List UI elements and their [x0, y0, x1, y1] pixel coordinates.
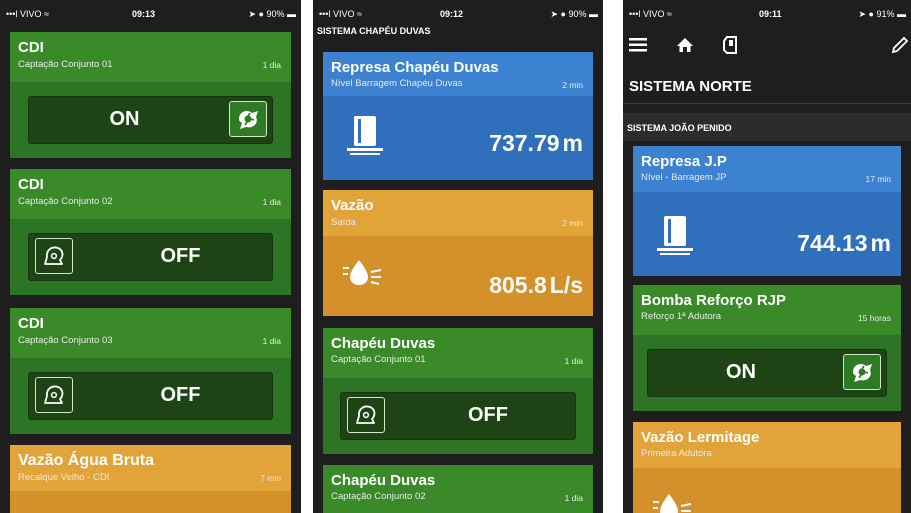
pump-toggle[interactable]: OFF	[28, 372, 273, 420]
section-header: SISTEMA CHAPÉU DUVAS	[313, 20, 603, 42]
card-title: Vazão Água Bruta	[18, 452, 155, 469]
home-icon[interactable]	[676, 37, 694, 53]
level-card[interactable]: Represa J.P Nível - Barragem JP 17 min 7…	[633, 146, 901, 276]
card-subtitle: Recalque Velho - CDI	[18, 472, 110, 483]
device-card[interactable]: CDI Captação Conjunto 02 1 dia OFF	[10, 169, 291, 295]
status-bar: •••l VIVO ≈ 09:11 ➤ ● 91% ▬	[623, 0, 911, 30]
section-header: SISTEMA JOÃO PENIDO	[623, 113, 911, 141]
card-age: 2 min	[562, 218, 583, 228]
device-card[interactable]: CDI Captação Conjunto 01 1 dia ON	[10, 32, 291, 158]
tank-icon	[347, 116, 383, 155]
toolbar	[623, 28, 911, 66]
card-subtitle: Captação Conjunto 03	[18, 335, 113, 346]
pump-toggle[interactable]: OFF	[28, 233, 273, 281]
toggle-state-label: OFF	[160, 384, 201, 406]
card-subtitle: Captação Conjunto 01	[18, 59, 113, 70]
card-age: 1 dia	[564, 493, 583, 503]
flow-card[interactable]: Vazão Lermitage Primeira Adutora	[633, 422, 901, 513]
toggle-state-label: OFF	[160, 245, 201, 267]
device-card[interactable]: Chapéu Duvas Captação Conjunto 01 1 dia …	[323, 328, 593, 454]
battery-indicator: ➤ ● 91% ▬	[858, 9, 907, 19]
device-card[interactable]: Chapéu Duvas Captação Conjunto 02 1 dia	[323, 465, 593, 513]
card-age: 1 dia	[564, 356, 583, 366]
card-age: 15 horas	[857, 313, 891, 323]
toggle-state-label: ON	[109, 108, 140, 130]
toggle-state-label: ON	[726, 361, 756, 383]
card-title: Vazão Lermitage	[641, 429, 760, 446]
card-age: 7 min	[260, 473, 281, 483]
divider	[623, 103, 911, 104]
card-title: Represa J.P	[641, 153, 727, 170]
pump-toggle[interactable]: ON	[28, 96, 273, 144]
flow-card[interactable]: Vazão Água Bruta Recalque Velho - CDI 7 …	[10, 445, 291, 513]
card-subtitle: Nível - Barragem JP	[641, 172, 727, 183]
flow-card[interactable]: Vazão Saída 2 min 805.8 L/s	[323, 190, 593, 316]
card-age: 1 dia	[262, 197, 281, 207]
card-title: Chapéu Duvas	[331, 335, 436, 352]
carrier-label: •••l VIVO ≈	[6, 9, 49, 19]
card-title: CDI	[18, 39, 44, 56]
pump-icon[interactable]	[229, 101, 267, 137]
device-icon[interactable]	[723, 36, 739, 54]
menu-icon[interactable]	[629, 38, 647, 52]
card-title: Vazão	[331, 197, 374, 214]
level-card[interactable]: Represa Chapéu Duvas Nível Barragem Chap…	[323, 52, 593, 180]
card-subtitle: Captação Conjunto 01	[331, 354, 426, 365]
pump-toggle[interactable]: ON	[647, 349, 887, 397]
card-subtitle: Primeira Adutora	[641, 448, 712, 459]
pump-icon[interactable]	[843, 354, 881, 390]
water-drop-icon	[653, 494, 692, 513]
card-subtitle: Captação Conjunto 02	[18, 196, 113, 207]
status-time: 09:13	[132, 9, 156, 19]
pump-icon[interactable]	[347, 397, 385, 433]
tank-icon	[657, 216, 693, 255]
card-subtitle: Captação Conjunto 02	[331, 491, 426, 502]
card-subtitle: Nível Barragem Chapéu Duvas	[331, 78, 463, 89]
card-age: 1 dia	[262, 336, 281, 346]
card-title: CDI	[18, 176, 44, 193]
carrier-label: •••l VIVO ≈	[319, 9, 362, 19]
reading-value: 744.13 m	[797, 230, 891, 256]
page-title: SISTEMA NORTE	[629, 78, 752, 95]
battery-indicator: ➤ ● 90% ▬	[550, 9, 599, 19]
reading-value: 805.8 L/s	[489, 272, 583, 298]
card-title: Represa Chapéu Duvas	[331, 59, 499, 76]
card-title: Bomba Reforço RJP	[641, 292, 787, 309]
device-card[interactable]: Bomba Reforço RJP Reforço 1ª Adutora 15 …	[633, 285, 901, 411]
card-age: 2 min	[562, 80, 583, 90]
reading-value: 737.79 m	[489, 130, 583, 156]
status-time: 09:11	[759, 9, 782, 19]
card-title: Chapéu Duvas	[331, 472, 436, 489]
card-age: 1 dia	[262, 60, 281, 70]
pump-icon[interactable]	[35, 377, 73, 413]
card-title: CDI	[18, 315, 44, 332]
card-subtitle: Saída	[331, 217, 356, 228]
status-time: 09:12	[440, 9, 464, 19]
pump-toggle[interactable]: OFF	[340, 392, 576, 440]
phone-screen-2: •••l VIVO ≈ 09:12 ➤ ● 90% ▬ SISTEMA CHAP…	[313, 0, 603, 513]
phone-screen-1: •••l VIVO ≈ 09:13 ➤ ● 90% ▬ CDI Captação…	[0, 0, 301, 513]
battery-indicator: ➤ ● 90% ▬	[248, 9, 297, 19]
phone-screen-3: •••l VIVO ≈ 09:11 ➤ ● 91% ▬ SISTEMA NORT…	[623, 0, 911, 513]
card-age: 17 min	[865, 174, 891, 184]
edit-icon[interactable]	[891, 36, 909, 54]
status-bar: •••l VIVO ≈ 09:13 ➤ ● 90% ▬	[0, 0, 301, 30]
card-subtitle: Reforço 1ª Adutora	[641, 311, 722, 322]
device-card[interactable]: CDI Captação Conjunto 03 1 dia OFF	[10, 308, 291, 434]
water-drop-icon	[343, 260, 382, 285]
pump-icon[interactable]	[35, 238, 73, 274]
toggle-state-label: OFF	[468, 404, 508, 426]
carrier-label: •••l VIVO ≈	[629, 9, 672, 19]
